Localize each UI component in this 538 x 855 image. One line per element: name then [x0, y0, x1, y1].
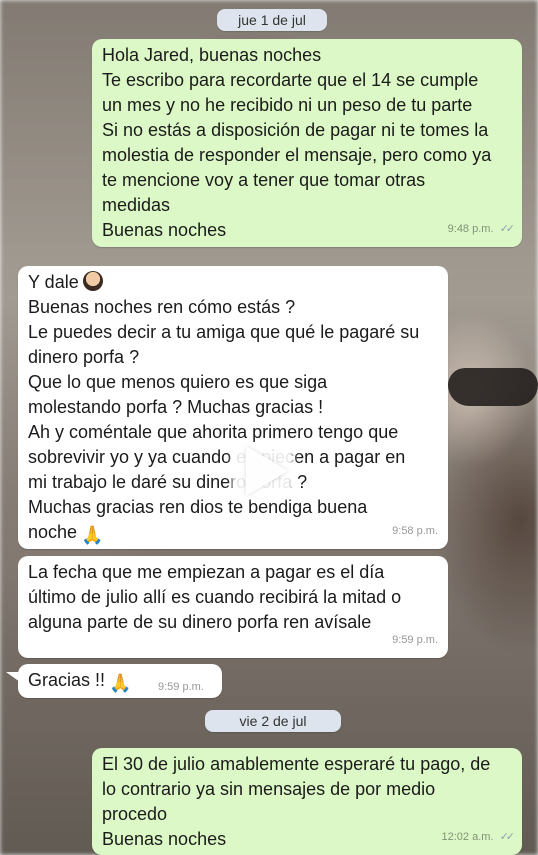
message-line: Gracias !!: [28, 670, 106, 690]
message-bubble-outgoing[interactable]: Hola Jared, buenas noches Te escribo par…: [92, 39, 522, 247]
message-line: procedo: [102, 804, 168, 824]
message-line: medidas: [102, 195, 171, 215]
message-line: dinero porfa ?: [28, 347, 140, 367]
double-check-icon: ✓✓: [499, 223, 516, 235]
message-bubble-outgoing[interactable]: El 30 de julio amablemente esperaré tu p…: [92, 748, 522, 855]
message-time: 9:59 p.m.: [392, 634, 438, 646]
folded-hands-emoji-icon: 🙏: [81, 525, 104, 545]
man-emoji-icon: [82, 271, 103, 291]
message-line: lo contrario ya sin mensajes de por medi…: [102, 779, 436, 799]
date-separator: vie 2 de jul: [205, 710, 341, 732]
message-meta: 9:48 p.m. ✓✓: [447, 217, 516, 242]
message-line: molestando porfa ? Muchas gracias !: [28, 397, 324, 417]
date-separator: jue 1 de jul: [217, 9, 327, 31]
message-bubble-incoming[interactable]: Gracias !! 🙏 9:59 p.m.: [18, 664, 222, 698]
message-line-with-emoji: Y dale: [28, 270, 438, 295]
message-time: 9:48 p.m.: [447, 223, 494, 235]
message-line: te mencione voy a tener que tomar otras: [102, 170, 426, 190]
play-icon[interactable]: [246, 446, 288, 496]
message-time: 9:58 p.m.: [392, 525, 438, 537]
message-line: Si no estás a disposición de pagar ni te…: [102, 120, 489, 140]
message-line: último de julio allí es cuando recibirá …: [28, 587, 402, 607]
message-line: Muchas gracias ren dios te bendiga buena: [28, 497, 368, 517]
message-line: Y dale: [28, 272, 79, 292]
message-bubble-incoming[interactable]: La fecha que me empiezan a pagar es el d…: [18, 556, 448, 658]
message-meta: 12:02 a.m. ✓✓: [441, 825, 516, 850]
message-line: alguna parte de su dinero porfa ren avís…: [28, 612, 372, 632]
message-line: Ah y coméntale que ahorita primero tengo…: [28, 422, 399, 442]
message-line-with-emoji: noche 🙏: [28, 520, 438, 548]
message-line: La fecha que me empiezan a pagar es el d…: [28, 562, 385, 582]
message-line: Que lo que menos quiero es que siga: [28, 372, 328, 392]
message-line: molestia de responder el mensaje, pero c…: [102, 145, 492, 165]
message-bubble-incoming[interactable]: Y dale Buenas noches ren cómo estás ? Le…: [18, 266, 448, 549]
message-line: Buenas noches ren cómo estás ?: [28, 297, 296, 317]
message-line: Hola Jared, buenas noches: [102, 45, 322, 65]
message-line: Le puedes decir a tu amiga que qué le pa…: [28, 322, 420, 342]
double-check-icon: ✓✓: [499, 831, 516, 843]
message-time: 9:59 p.m.: [158, 681, 204, 693]
message-line: un mes y no he recibido ni un peso de tu…: [102, 95, 473, 115]
folded-hands-emoji-icon: 🙏: [109, 673, 132, 693]
message-line: noche: [28, 522, 78, 542]
message-line: Te escribo para recordarte que el 14 se …: [102, 70, 479, 90]
message-line: El 30 de julio amablemente esperaré tu p…: [102, 754, 491, 774]
message-time: 12:02 a.m.: [441, 831, 494, 843]
